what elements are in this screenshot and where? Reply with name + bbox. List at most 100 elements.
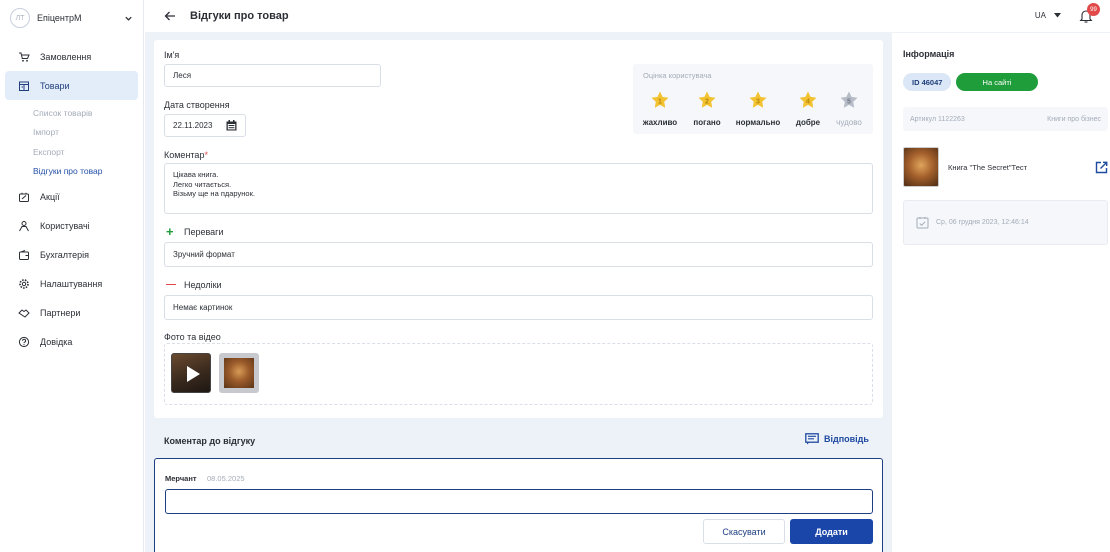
created-date: Ср, 06 грудня 2023, 12:46:14	[936, 219, 1029, 226]
reply-author: Мерчант	[165, 474, 197, 483]
media-gallery	[164, 343, 873, 405]
add-button[interactable]: Додати	[790, 519, 873, 544]
svg-text:1: 1	[658, 98, 662, 105]
star-icon[interactable]: 4	[798, 90, 818, 110]
wallet-icon	[17, 248, 31, 262]
star-icon[interactable]: 3	[748, 90, 768, 110]
notification-badge: 99	[1087, 3, 1100, 16]
review-comment-heading: Коментар до відгуку	[164, 436, 256, 446]
star-label: жахливо	[642, 118, 678, 127]
calendar-icon[interactable]	[226, 120, 237, 131]
avatar: ЛТ	[10, 8, 30, 28]
comment-label: Коментар*	[164, 150, 208, 160]
sidebar-item-settings[interactable]: Налаштування	[5, 269, 138, 298]
sidebar-item-label: Довідка	[40, 336, 73, 347]
comment-field[interactable]: Цікава книга. Легко читається. Візьму ще…	[164, 163, 873, 214]
sidebar-item-users[interactable]: Користувачі	[5, 211, 138, 240]
sidebar-item-products[interactable]: Товари	[5, 71, 138, 100]
status-badge: На сайті	[956, 73, 1038, 91]
user-rating: Оцінка користувача 1 жахливо 2 погано 3 норма…	[633, 64, 873, 134]
handshake-icon	[17, 306, 31, 320]
cart-icon	[17, 50, 31, 64]
reply-button[interactable]: Відповідь	[805, 433, 869, 445]
info-title: Інформація	[903, 49, 955, 59]
media-label: Фото та відео	[164, 332, 221, 342]
product-link-row: Книга "The Secret"Тест	[903, 146, 1108, 188]
product-image	[903, 147, 939, 187]
star-icon[interactable]: 2	[697, 90, 717, 110]
sidebar-item-promotions[interactable]: Акції	[5, 182, 138, 211]
category-value: Книги про бізнес	[1047, 115, 1101, 123]
sidebar-item-label: Налаштування	[40, 278, 103, 289]
sidebar: ЛТ ЕпіцентрМ Замовлення Товари Список то…	[0, 0, 144, 552]
promo-icon	[17, 190, 31, 204]
sidebar-subitem-import[interactable]: Імпорт	[0, 123, 143, 143]
gear-icon	[17, 277, 31, 291]
comment-line: Легко читається.	[173, 179, 232, 189]
cons-field[interactable]: Немає картинок	[164, 295, 873, 320]
comment-line: Цікава книга.	[173, 170, 219, 179]
brand-name: ЕпіцентрМ	[37, 13, 82, 23]
info-panel: Інформація ID 46047 На сайті Артикул 112…	[891, 33, 1110, 552]
pros-heading: + Переваги	[166, 224, 224, 239]
plus-icon: +	[166, 224, 174, 239]
chevron-down-icon[interactable]	[123, 13, 133, 23]
svg-text:4: 4	[806, 98, 810, 105]
sidebar-item-label: Партнери	[40, 307, 81, 318]
language-value: UA	[1034, 11, 1046, 20]
cancel-button[interactable]: Скасувати	[703, 519, 785, 544]
star-label: добре	[795, 118, 821, 127]
sidebar-nav: Замовлення Товари Список товарів Імпорт …	[0, 42, 143, 356]
reply-panel: Мерчант 08.05.2025 Скасувати Додати	[154, 458, 883, 552]
rating-title: Оцінка користувача	[643, 71, 712, 80]
language-select[interactable]: UA	[1035, 11, 1061, 20]
sidebar-subitem-product-list[interactable]: Список товарів	[0, 103, 143, 123]
sidebar-subitem-export[interactable]: Експорт	[0, 142, 143, 162]
product-name: Книга "The Secret"Тест	[948, 162, 1028, 172]
video-thumbnail[interactable]	[171, 353, 211, 393]
star-icon[interactable]: 1	[650, 90, 670, 110]
star-label: погано	[693, 118, 721, 127]
help-icon	[17, 335, 31, 349]
required-mark: *	[204, 150, 208, 160]
created-date-row: Ср, 06 грудня 2023, 12:46:14	[903, 200, 1108, 245]
sku-value: Артикул 1122263	[910, 115, 965, 123]
store-icon	[17, 79, 31, 93]
minus-icon: —	[166, 279, 176, 290]
sidebar-item-label: Товари	[40, 80, 70, 91]
comment-line: Візьму ще на пдарунок.	[173, 189, 255, 198]
play-icon	[187, 366, 200, 382]
date-field[interactable]: 22.11.2023	[164, 114, 246, 137]
sidebar-item-orders[interactable]: Замовлення	[5, 42, 138, 71]
sidebar-item-help[interactable]: Довідка	[5, 327, 138, 356]
cons-heading: — Недоліки	[166, 279, 222, 291]
name-field[interactable]: Леся	[164, 64, 381, 87]
sidebar-item-accounting[interactable]: Бухгалтерія	[5, 240, 138, 269]
photo-thumbnail[interactable]	[219, 353, 259, 393]
external-link-icon[interactable]	[1095, 161, 1108, 174]
pros-field[interactable]: Зручний формат	[164, 242, 873, 267]
reply-input[interactable]	[165, 489, 873, 514]
book-cover-image	[224, 358, 254, 388]
svg-text:2: 2	[705, 98, 709, 105]
users-icon	[17, 219, 31, 233]
sku-row: Артикул 1122263 Книги про бізнес	[903, 107, 1108, 131]
caret-down-icon	[1054, 13, 1061, 18]
cons-label: Недоліки	[184, 280, 222, 290]
checkbox-calendar-icon	[916, 217, 929, 229]
id-badge: ID 46047	[903, 73, 952, 91]
svg-text:5: 5	[847, 98, 851, 105]
sidebar-subitem-reviews[interactable]: Відгуки про товар	[0, 162, 143, 182]
star-label: нормально	[735, 118, 781, 127]
star-icon[interactable]: 5	[839, 90, 859, 110]
name-label: Ім'я	[164, 50, 180, 60]
pros-label: Переваги	[184, 227, 224, 237]
back-arrow-icon[interactable]	[164, 10, 176, 22]
account-switcher[interactable]: ЛТ ЕпіцентрМ	[0, 0, 143, 36]
comment-label-text: Коментар	[164, 150, 205, 160]
reply-label: Відповідь	[824, 434, 869, 444]
message-icon	[805, 433, 819, 445]
sidebar-item-partners[interactable]: Партнери	[5, 298, 138, 327]
date-label: Дата створення	[164, 100, 230, 110]
star-label: чудово	[836, 118, 862, 127]
